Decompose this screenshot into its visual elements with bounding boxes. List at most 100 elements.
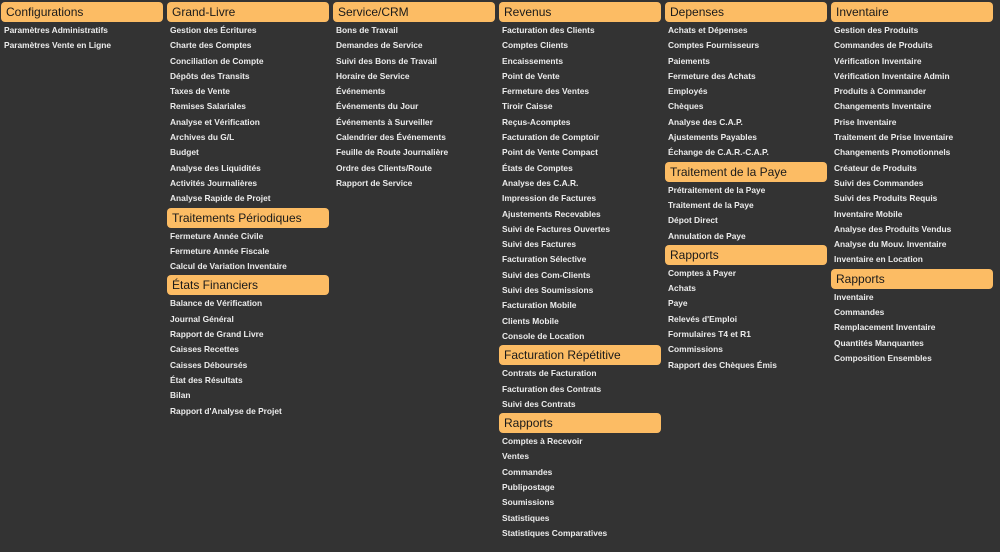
menu-link[interactable]: Achats xyxy=(665,281,827,296)
menu-link[interactable]: Budget xyxy=(167,145,329,160)
menu-link[interactable]: Facturation des Contrats xyxy=(499,382,661,397)
menu-link[interactable]: Activités Journalières xyxy=(167,176,329,191)
menu-link[interactable]: Dépôts des Transits xyxy=(167,69,329,84)
menu-link[interactable]: Gestion des Produits xyxy=(831,23,993,38)
menu-link[interactable]: Tiroir Caisse xyxy=(499,99,661,114)
menu-link[interactable]: Feuille de Route Journalière xyxy=(333,145,495,160)
menu-link[interactable]: Employés xyxy=(665,84,827,99)
menu-link[interactable]: Formulaires T4 et R1 xyxy=(665,327,827,342)
menu-link[interactable]: Soumissions xyxy=(499,495,661,510)
menu-link[interactable]: Remplacement Inventaire xyxy=(831,320,993,335)
menu-link[interactable]: Archives du G/L xyxy=(167,130,329,145)
menu-link[interactable]: État des Résultats xyxy=(167,373,329,388)
menu-link[interactable]: Changements Inventaire xyxy=(831,99,993,114)
menu-link[interactable]: États de Comptes xyxy=(499,161,661,176)
menu-link[interactable]: Inventaire xyxy=(831,290,993,305)
menu-link[interactable]: Charte des Comptes xyxy=(167,38,329,53)
section-header[interactable]: Rapports xyxy=(499,413,661,434)
menu-link[interactable]: Ajustements Recevables xyxy=(499,207,661,222)
menu-link[interactable]: Commandes xyxy=(499,465,661,480)
menu-link[interactable]: Calendrier des Événements xyxy=(333,130,495,145)
section-header[interactable]: Facturation Répétitive xyxy=(499,345,661,366)
menu-link[interactable]: Paye xyxy=(665,296,827,311)
section-header[interactable]: Inventaire xyxy=(831,2,993,22)
menu-link[interactable]: Bilan xyxy=(167,388,329,403)
menu-link[interactable]: Taxes de Vente xyxy=(167,84,329,99)
menu-link[interactable]: Suivi des Com-Clients xyxy=(499,268,661,283)
menu-link[interactable]: Console de Location xyxy=(499,329,661,344)
menu-link[interactable]: Demandes de Service xyxy=(333,38,495,53)
section-header[interactable]: Depenses xyxy=(665,2,827,22)
menu-link[interactable]: Conciliation de Compte xyxy=(167,54,329,69)
menu-link[interactable]: Clients Mobile xyxy=(499,314,661,329)
menu-link[interactable]: Point de Vente Compact xyxy=(499,145,661,160)
menu-link[interactable]: Suivi des Commandes xyxy=(831,176,993,191)
menu-link[interactable]: Facturation Mobile xyxy=(499,298,661,313)
menu-link[interactable]: Analyse des C.A.P. xyxy=(665,115,827,130)
menu-link[interactable]: Caisses Recettes xyxy=(167,342,329,357)
section-header[interactable]: Revenus xyxy=(499,2,661,22)
menu-link[interactable]: Prise Inventaire xyxy=(831,115,993,130)
menu-link[interactable]: Traitement de Prise Inventaire xyxy=(831,130,993,145)
menu-link[interactable]: Fermeture des Ventes xyxy=(499,84,661,99)
menu-link[interactable]: Paiements xyxy=(665,54,827,69)
menu-link[interactable]: Prétraitement de la Paye xyxy=(665,183,827,198)
menu-link[interactable]: Événements à Surveiller xyxy=(333,115,495,130)
menu-link[interactable]: Créateur de Produits xyxy=(831,161,993,176)
menu-link[interactable]: Comptes Fournisseurs xyxy=(665,38,827,53)
menu-link[interactable]: Fermeture des Achats xyxy=(665,69,827,84)
menu-link[interactable]: Suivi des Contrats xyxy=(499,397,661,412)
section-header[interactable]: Configurations xyxy=(1,2,163,22)
menu-link[interactable]: Analyse des Liquidités xyxy=(167,161,329,176)
menu-link[interactable]: Analyse Rapide de Projet xyxy=(167,191,329,206)
menu-link[interactable]: Paramètres Administratifs xyxy=(1,23,163,38)
menu-link[interactable]: Encaissements xyxy=(499,54,661,69)
menu-link[interactable]: Commandes xyxy=(831,305,993,320)
menu-link[interactable]: Suivi des Soumissions xyxy=(499,283,661,298)
menu-link[interactable]: Changements Promotionnels xyxy=(831,145,993,160)
menu-link[interactable]: Comptes Clients xyxy=(499,38,661,53)
menu-link[interactable]: Rapport des Chèques Émis xyxy=(665,358,827,373)
menu-link[interactable]: Vérification Inventaire xyxy=(831,54,993,69)
menu-link[interactable]: Paramètres Vente en Ligne xyxy=(1,38,163,53)
menu-link[interactable]: Publipostage xyxy=(499,480,661,495)
menu-link[interactable]: Produits à Commander xyxy=(831,84,993,99)
menu-link[interactable]: Échange de C.A.R.-C.A.P. xyxy=(665,145,827,160)
menu-link[interactable]: Reçus-Acomptes xyxy=(499,115,661,130)
menu-link[interactable]: Commandes de Produits xyxy=(831,38,993,53)
menu-link[interactable]: Suivi des Bons de Travail xyxy=(333,54,495,69)
menu-link[interactable]: Facturation Sélective xyxy=(499,252,661,267)
section-header[interactable]: Rapports xyxy=(831,268,993,289)
menu-link[interactable]: Vérification Inventaire Admin xyxy=(831,69,993,84)
menu-link[interactable]: Événements du Jour xyxy=(333,99,495,114)
menu-link[interactable]: Ajustements Payables xyxy=(665,130,827,145)
menu-link[interactable]: Caisses Déboursés xyxy=(167,358,329,373)
menu-link[interactable]: Rapport de Grand Livre xyxy=(167,327,329,342)
menu-link[interactable]: Suivi de Factures Ouvertes xyxy=(499,222,661,237)
menu-link[interactable]: Composition Ensembles xyxy=(831,351,993,366)
section-header[interactable]: Rapports xyxy=(665,244,827,265)
menu-link[interactable]: Chèques xyxy=(665,99,827,114)
menu-link[interactable]: Analyse du Mouv. Inventaire xyxy=(831,237,993,252)
menu-link[interactable]: Inventaire Mobile xyxy=(831,207,993,222)
menu-link[interactable]: Facturation des Clients xyxy=(499,23,661,38)
menu-link[interactable]: Inventaire en Location xyxy=(831,252,993,267)
menu-link[interactable]: Bons de Travail xyxy=(333,23,495,38)
menu-link[interactable]: Ordre des Clients/Route xyxy=(333,161,495,176)
menu-link[interactable]: Remises Salariales xyxy=(167,99,329,114)
menu-link[interactable]: Gestion des Écritures xyxy=(167,23,329,38)
menu-link[interactable]: Contrats de Facturation xyxy=(499,366,661,381)
menu-link[interactable]: Analyse des C.A.R. xyxy=(499,176,661,191)
menu-link[interactable]: Dépot Direct xyxy=(665,213,827,228)
menu-link[interactable]: Annulation de Paye xyxy=(665,229,827,244)
menu-link[interactable]: Traitement de la Paye xyxy=(665,198,827,213)
section-header[interactable]: États Financiers xyxy=(167,275,329,296)
menu-link[interactable]: Statistiques xyxy=(499,511,661,526)
section-header[interactable]: Traitements Périodiques xyxy=(167,207,329,228)
menu-link[interactable]: Analyse des Produits Vendus xyxy=(831,222,993,237)
menu-link[interactable]: Impression de Factures xyxy=(499,191,661,206)
menu-link[interactable]: Rapport d'Analyse de Projet xyxy=(167,404,329,419)
menu-link[interactable]: Suivi des Produits Requis xyxy=(831,191,993,206)
menu-link[interactable]: Balance de Vérification xyxy=(167,296,329,311)
menu-link[interactable]: Calcul de Variation Inventaire xyxy=(167,259,329,274)
